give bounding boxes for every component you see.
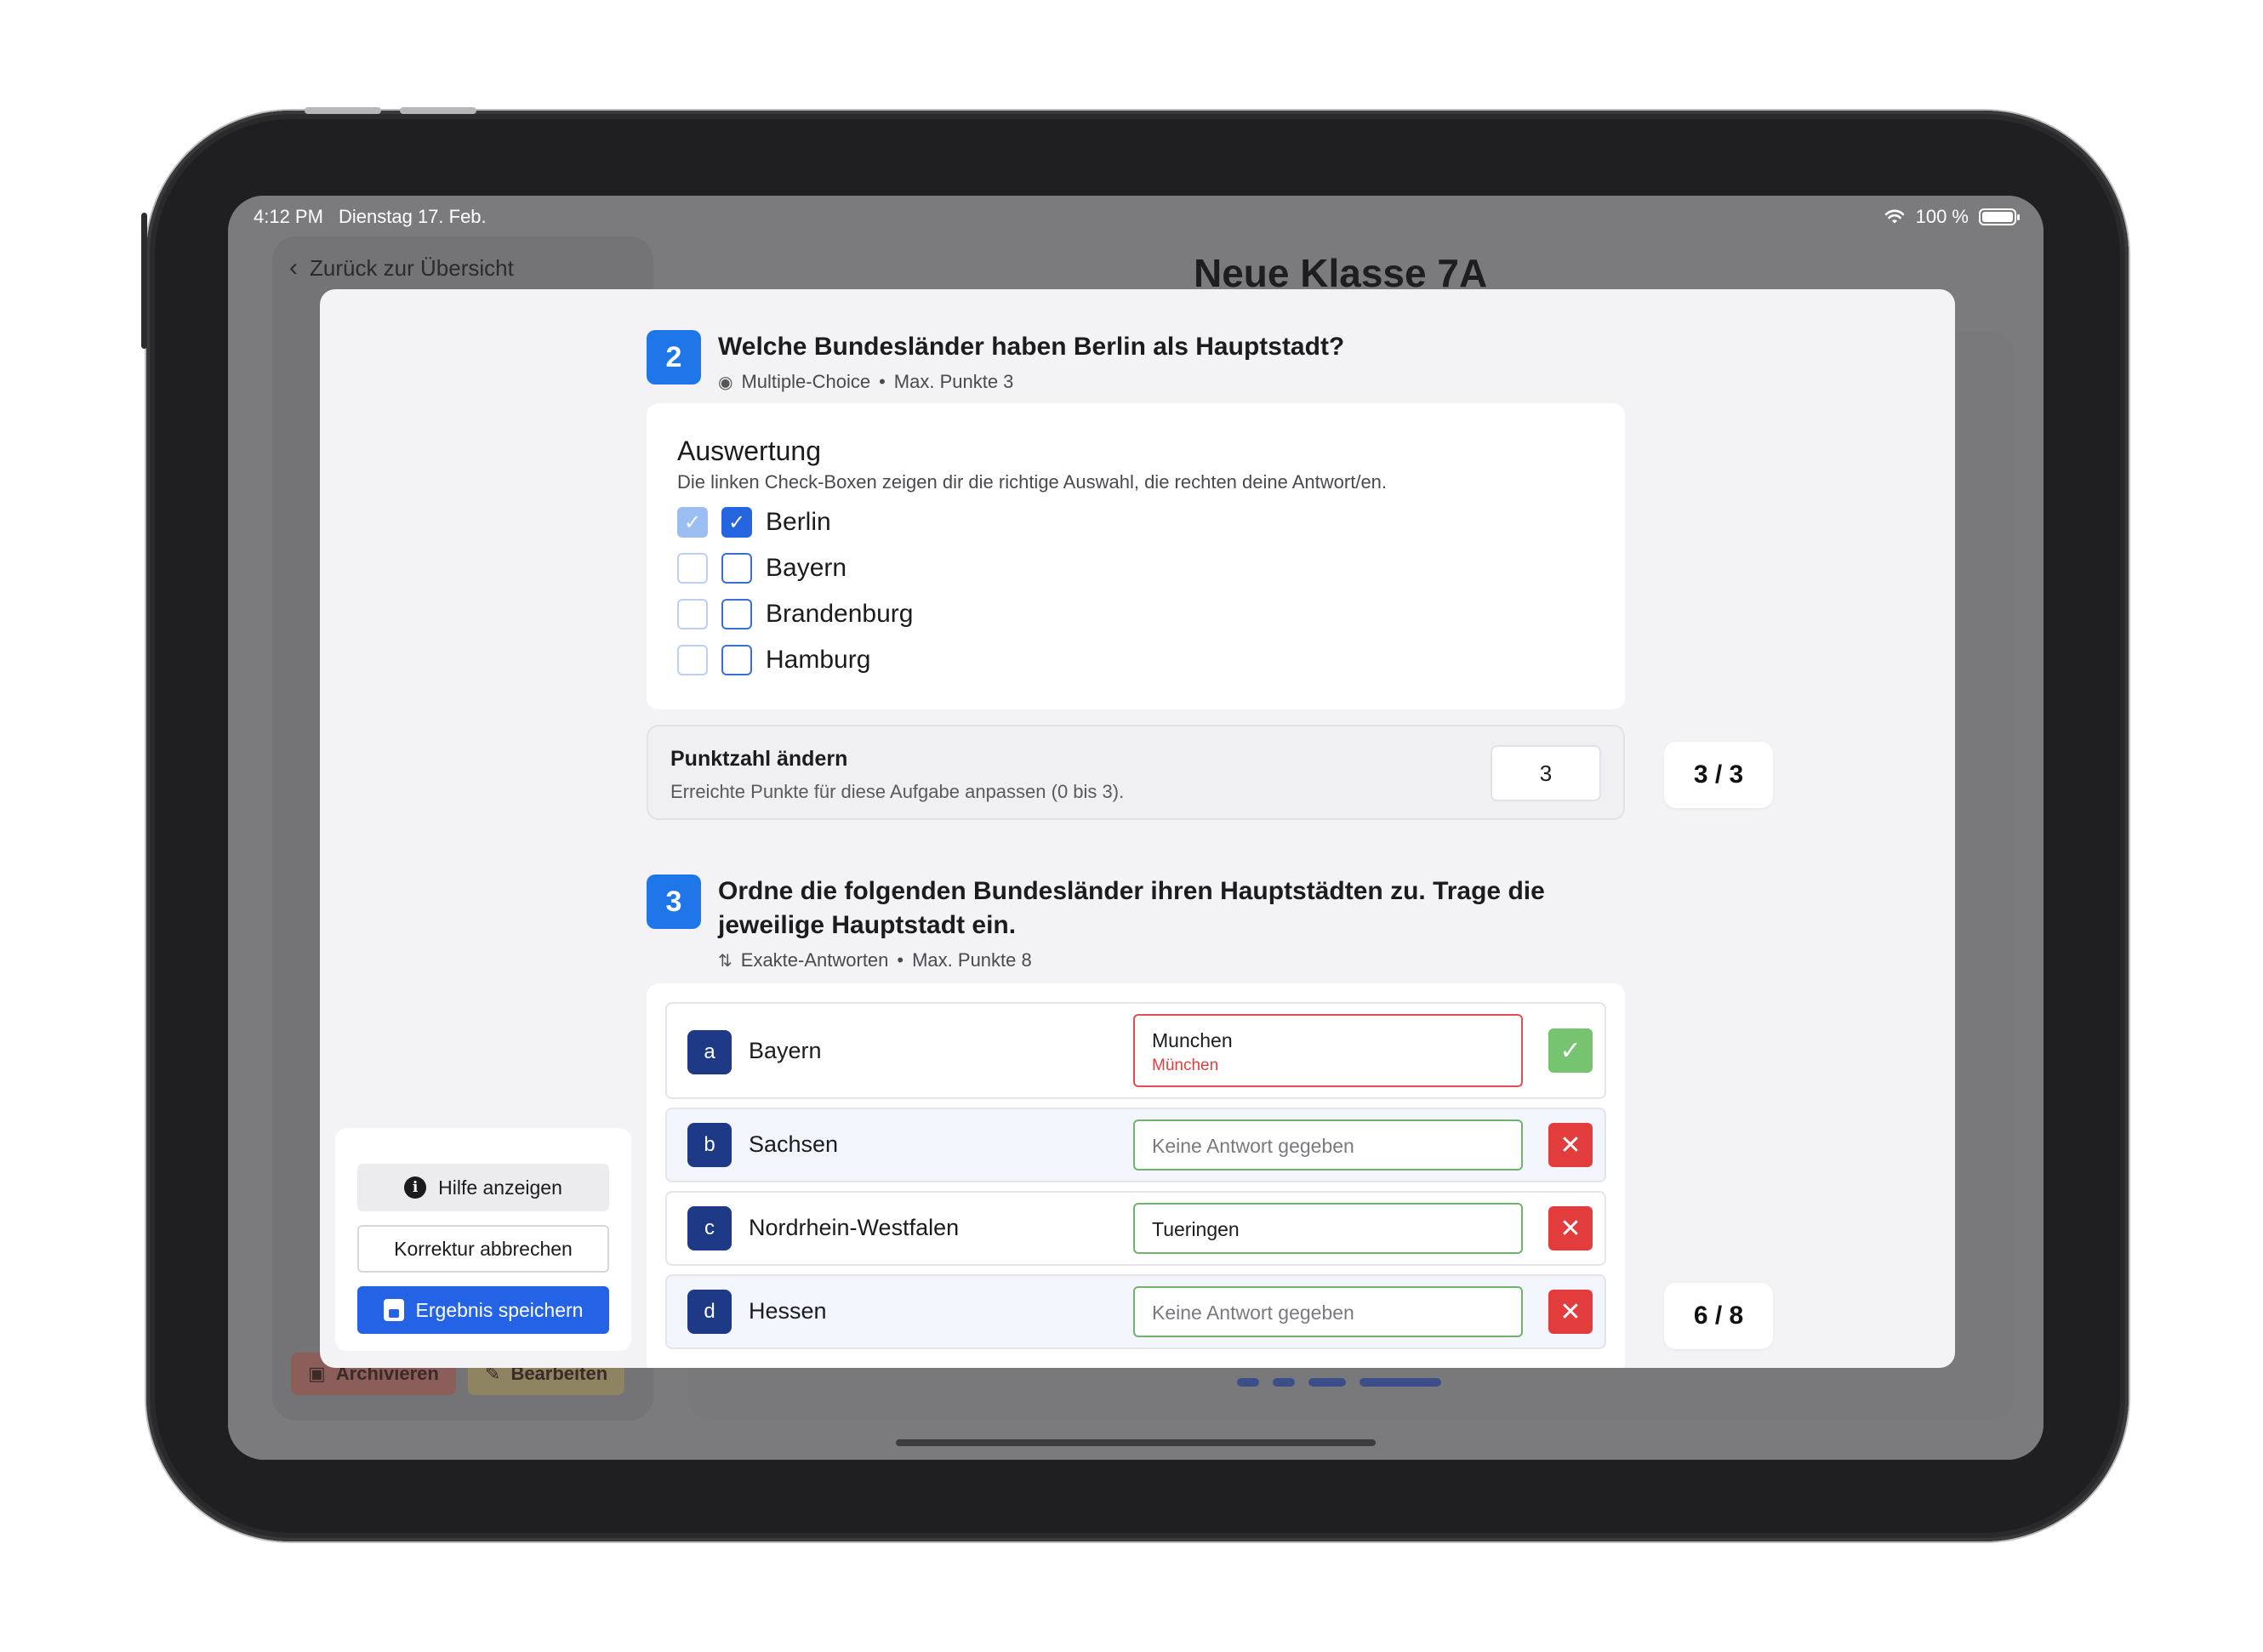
wifi-icon: [1884, 209, 1904, 224]
save-result-button[interactable]: Ergebnis speichern: [357, 1286, 609, 1334]
question-2-header: 2 Welche Bundesländer haben Berlin als H…: [647, 330, 1344, 393]
solution-checkbox: ✓: [677, 507, 708, 538]
status-date: Dienstag 17. Feb.: [339, 206, 487, 227]
row-letter: d: [687, 1290, 732, 1334]
question-2-score: 3 / 3: [1664, 742, 1773, 808]
solution-checkbox: [677, 645, 708, 675]
answer-field[interactable]: Keine Antwort gegeben: [1133, 1286, 1523, 1337]
state-name: Bayern: [749, 1038, 822, 1063]
matching-card: a Bayern Munchen München ✓ b Sachsen Kei…: [647, 983, 1625, 1368]
solution-checkbox: [677, 599, 708, 629]
battery-level: 100 %: [1915, 206, 1969, 227]
chevron-left-icon: ‹: [289, 253, 298, 282]
help-button[interactable]: i Hilfe anzeigen: [357, 1164, 609, 1211]
answer-placeholder: Keine Antwort gegeben: [1152, 1135, 1354, 1157]
points-override-title: Punktzahl ändern: [670, 747, 848, 771]
state-name: Nordrhein-Westfalen: [749, 1215, 960, 1240]
points-override-description: Erreichte Punkte für diese Aufgabe anpas…: [670, 781, 1125, 802]
answer-value: Tueringen: [1152, 1218, 1240, 1240]
answer-checkbox[interactable]: [721, 553, 752, 584]
question-meta: ⇅ Exakte-Antworten • Max. Punkte 8: [718, 949, 1032, 971]
row-letter: c: [687, 1206, 732, 1250]
cancel-correction-button[interactable]: Korrektur abbrechen: [357, 1225, 609, 1273]
answer-value: Munchen: [1152, 1029, 1233, 1051]
question-title: Welche Bundesländer haben Berlin als Hau…: [718, 333, 1345, 361]
archive-icon: ▣: [308, 1363, 326, 1384]
evaluation-description: Die linken Check-Boxen zeigen dir die ri…: [677, 471, 1388, 493]
answer-correction: München: [1152, 1057, 1219, 1074]
answer-field[interactable]: Tueringen: [1133, 1203, 1523, 1254]
wrong-mark-icon[interactable]: ✕: [1548, 1206, 1593, 1250]
correct-mark-icon[interactable]: ✓: [1548, 1028, 1593, 1073]
match-row: a Bayern Munchen München ✓: [665, 1002, 1606, 1099]
state-name: Hessen: [749, 1298, 827, 1324]
match-row: d Hessen Keine Antwort gegeben ✕: [665, 1274, 1606, 1349]
row-letter: b: [687, 1123, 732, 1167]
question-3-header: 3 Ordne die folgenden Bundesländer ihren…: [647, 874, 1628, 971]
points-override-card: Punktzahl ändern Erreichte Punkte für di…: [647, 725, 1625, 820]
screen: ‹ Zurück zur Übersicht Neue Klasse 7A ▣ …: [228, 196, 2044, 1460]
save-icon: [383, 1299, 404, 1321]
option-label: Hamburg: [766, 646, 871, 674]
points-input[interactable]: 3: [1491, 745, 1601, 801]
back-link-label: Zurück zur Übersicht: [310, 254, 514, 281]
side-button: [141, 213, 147, 349]
answer-checkbox[interactable]: [721, 645, 752, 675]
option-row: Bayern: [677, 553, 846, 584]
option-row: Brandenburg: [677, 599, 913, 629]
battery-icon: [1979, 208, 2020, 225]
wrong-mark-icon[interactable]: ✕: [1548, 1290, 1593, 1334]
volume-button: [400, 107, 476, 114]
status-bar: 4:12 PM Dienstag 17. Feb. 100 %: [228, 196, 2044, 250]
question-3-score: 6 / 8: [1664, 1283, 1773, 1349]
answer-checkbox[interactable]: [721, 599, 752, 629]
state-name: Sachsen: [749, 1131, 839, 1157]
answer-field[interactable]: Keine Antwort gegeben: [1133, 1119, 1523, 1171]
question-number: 3: [647, 874, 701, 929]
solution-checkbox: [677, 553, 708, 584]
wrong-mark-icon[interactable]: ✕: [1548, 1123, 1593, 1167]
option-row: ✓ ✓ Berlin: [677, 507, 831, 538]
option-label: Bayern: [766, 554, 847, 582]
answer-checkbox[interactable]: ✓: [721, 507, 752, 538]
volume-button: [305, 107, 381, 114]
status-time: 4:12 PM: [254, 206, 323, 227]
action-panel: i Hilfe anzeigen Korrektur abbrechen Erg…: [335, 1128, 631, 1351]
info-icon: i: [404, 1176, 427, 1199]
swap-icon: ⇅: [718, 951, 732, 971]
match-row: c Nordrhein-Westfalen Tueringen ✕: [665, 1191, 1606, 1266]
option-label: Brandenburg: [766, 600, 914, 628]
page-indicator: [1237, 1378, 1441, 1387]
evaluation-card: Auswertung Die linken Check-Boxen zeigen…: [647, 403, 1625, 709]
option-label: Berlin: [766, 508, 831, 536]
back-link[interactable]: ‹ Zurück zur Übersicht: [289, 253, 514, 282]
option-row: Hamburg: [677, 645, 870, 675]
answer-field[interactable]: Munchen München: [1133, 1014, 1523, 1087]
answer-placeholder: Keine Antwort gegeben: [1152, 1302, 1354, 1324]
correction-modal: 2 Welche Bundesländer haben Berlin als H…: [320, 289, 1955, 1368]
question-title: Ordne die folgenden Bundesländer ihren H…: [718, 877, 1545, 939]
match-row: b Sachsen Keine Antwort gegeben ✕: [665, 1108, 1606, 1182]
question-number: 2: [647, 330, 701, 385]
radio-icon: ◉: [718, 373, 733, 392]
question-meta: ◉ Multiple-Choice • Max. Punkte 3: [718, 371, 1014, 392]
row-letter: a: [687, 1030, 732, 1074]
evaluation-title: Auswertung: [677, 436, 821, 466]
home-indicator[interactable]: [896, 1439, 1376, 1446]
modal-content: 2 Welche Bundesländer haben Berlin als H…: [647, 289, 1625, 1368]
